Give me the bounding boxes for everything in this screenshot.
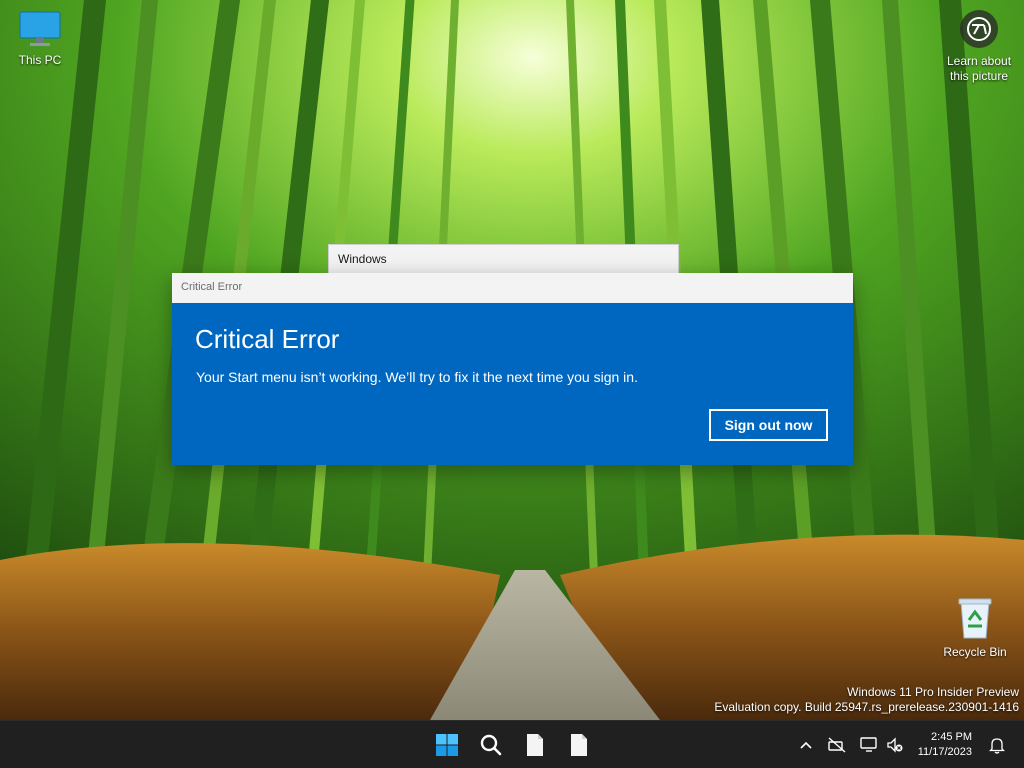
watermark-line1: Windows 11 Pro Insider Preview <box>847 685 1019 699</box>
file-icon <box>571 734 587 756</box>
this-pc-shortcut[interactable]: This PC <box>0 10 80 67</box>
taskbar-app-1[interactable] <box>517 727 553 763</box>
chevron-up-icon <box>800 741 812 749</box>
taskbar-app-2[interactable] <box>561 727 597 763</box>
dialog-message: Your Start menu isn’t working. We’ll try… <box>196 369 638 385</box>
dialog-body: Critical Error Your Start menu isn’t wor… <box>172 303 853 465</box>
dialog-heading: Critical Error <box>195 324 340 354</box>
learn-line2: this picture <box>949 69 1009 83</box>
volume-status[interactable] <box>884 735 906 755</box>
clock-time: 2:45 PM <box>931 731 972 743</box>
search-icon <box>480 734 502 756</box>
this-pc-label: This PC <box>18 53 62 67</box>
sign-out-now-button[interactable]: Sign out now <box>709 409 828 441</box>
taskbar-clock[interactable]: 2:45 PM 11/17/2023 <box>912 730 972 760</box>
volume-icon <box>887 737 903 753</box>
file-icon <box>527 734 543 756</box>
dialog-titlebar[interactable]: Critical Error <box>172 273 853 304</box>
clock-date: 11/17/2023 <box>917 746 972 758</box>
search-button[interactable] <box>473 727 509 763</box>
display-icon <box>860 737 877 752</box>
recycle-bin-label: Recycle Bin <box>943 645 1007 659</box>
network-off-icon <box>828 737 846 753</box>
show-hidden-icons-button[interactable] <box>795 735 817 755</box>
notification-icon <box>989 738 1005 754</box>
start-button[interactable] <box>429 727 465 763</box>
windows-background-window[interactable]: Windows <box>328 244 679 274</box>
notification-button[interactable] <box>986 735 1008 755</box>
window-title: Windows <box>338 252 387 266</box>
network-status[interactable] <box>826 735 848 755</box>
display-status[interactable] <box>858 735 880 755</box>
critical-error-dialog: Critical Error Critical Error Your Start… <box>172 273 853 465</box>
evaluation-watermark: Windows 11 Pro Insider Preview Evaluatio… <box>714 685 1019 715</box>
monitor-icon <box>19 11 61 46</box>
camera-icon <box>960 10 998 48</box>
watermark-line2: Evaluation copy. Build 25947.rs_prerelea… <box>714 700 1019 714</box>
learn-about-picture[interactable]: Learn about this picture <box>940 10 1018 84</box>
taskbar: 2:45 PM 11/17/2023 <box>0 720 1024 768</box>
recycle-bin-icon <box>958 598 992 639</box>
start-icon <box>436 734 458 756</box>
learn-line1: Learn about <box>946 54 1012 68</box>
recycle-bin-shortcut[interactable]: Recycle Bin <box>935 596 1015 659</box>
dialog-window-title: Critical Error <box>181 281 243 293</box>
